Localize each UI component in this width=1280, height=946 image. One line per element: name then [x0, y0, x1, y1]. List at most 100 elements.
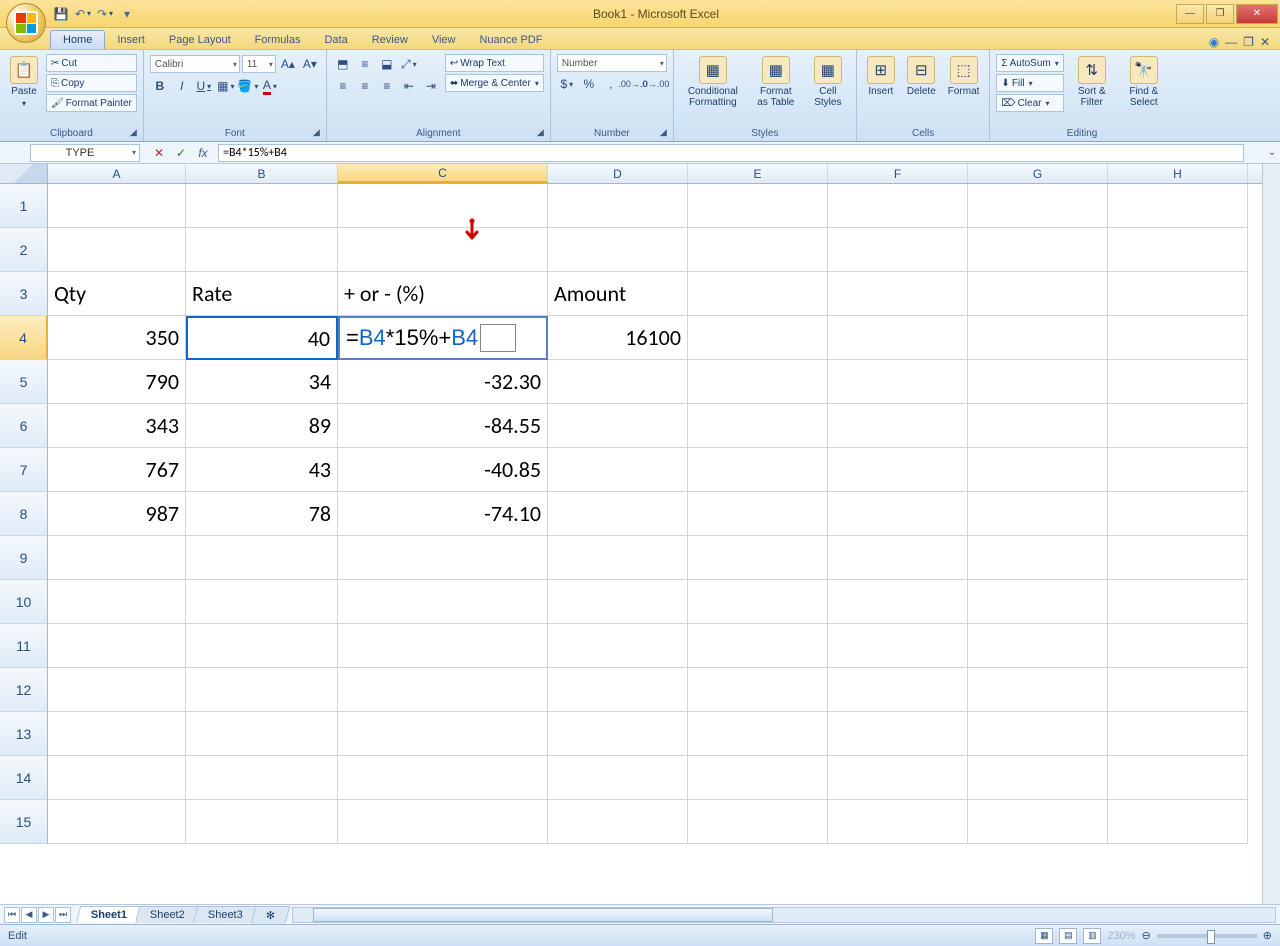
- sheet-tab[interactable]: Sheet1: [76, 906, 143, 923]
- cell[interactable]: [48, 800, 186, 844]
- cell[interactable]: 78: [186, 492, 338, 536]
- minimize-button[interactable]: —: [1176, 4, 1204, 24]
- tab-view[interactable]: View: [420, 31, 468, 49]
- tab-insert[interactable]: Insert: [105, 31, 157, 49]
- cell[interactable]: [548, 580, 688, 624]
- cell[interactable]: [968, 624, 1108, 668]
- cell[interactable]: [688, 800, 828, 844]
- cell[interactable]: [968, 404, 1108, 448]
- cell[interactable]: [968, 800, 1108, 844]
- cell[interactable]: [548, 668, 688, 712]
- cell[interactable]: [1108, 712, 1248, 756]
- cancel-formula-icon[interactable]: ✕: [148, 144, 170, 162]
- insert-function-icon[interactable]: fx: [192, 144, 214, 162]
- cell[interactable]: Rate: [186, 272, 338, 316]
- cell[interactable]: [338, 184, 548, 228]
- cell[interactable]: [688, 536, 828, 580]
- sheet-nav-last-icon[interactable]: ⏭: [55, 907, 71, 923]
- cell[interactable]: [186, 756, 338, 800]
- row-header[interactable]: 2: [0, 228, 48, 272]
- cell[interactable]: [186, 712, 338, 756]
- row-header[interactable]: 14: [0, 756, 48, 800]
- office-button[interactable]: [6, 3, 46, 43]
- sort-filter-button[interactable]: ⇅Sort & Filter: [1068, 54, 1116, 110]
- cell[interactable]: [186, 668, 338, 712]
- cell[interactable]: 16100: [548, 316, 688, 360]
- expand-formula-bar-icon[interactable]: ⌄: [1264, 147, 1280, 158]
- font-size-select[interactable]: 11: [242, 55, 276, 73]
- cell[interactable]: [1108, 404, 1248, 448]
- row-header[interactable]: 10: [0, 580, 48, 624]
- tab-page-layout[interactable]: Page Layout: [157, 31, 243, 49]
- row-header[interactable]: 12: [0, 668, 48, 712]
- row-header[interactable]: 8: [0, 492, 48, 536]
- cell[interactable]: [1108, 228, 1248, 272]
- conditional-formatting-button[interactable]: ▦Conditional Formatting: [680, 54, 746, 110]
- tab-formulas[interactable]: Formulas: [243, 31, 313, 49]
- sheet-tab[interactable]: Sheet2: [135, 906, 200, 923]
- redo-icon[interactable]: ↷: [96, 5, 114, 23]
- cell[interactable]: [828, 448, 968, 492]
- cell[interactable]: [1108, 272, 1248, 316]
- cell[interactable]: Amount: [548, 272, 688, 316]
- cell[interactable]: [186, 624, 338, 668]
- cell[interactable]: [48, 624, 186, 668]
- cell[interactable]: [548, 228, 688, 272]
- cell[interactable]: [186, 228, 338, 272]
- cell[interactable]: [1108, 668, 1248, 712]
- column-header[interactable]: A: [48, 164, 186, 183]
- maximize-button[interactable]: ❐: [1206, 4, 1234, 24]
- row-header[interactable]: 15: [0, 800, 48, 844]
- zoom-level[interactable]: 230%: [1107, 930, 1135, 942]
- cell[interactable]: [688, 184, 828, 228]
- view-page-layout-button[interactable]: ▤: [1059, 928, 1077, 944]
- decrease-decimal-button[interactable]: .0→.00: [645, 74, 665, 94]
- cell[interactable]: [548, 448, 688, 492]
- cell[interactable]: [968, 536, 1108, 580]
- cell[interactable]: [338, 580, 548, 624]
- cell[interactable]: [688, 668, 828, 712]
- cell[interactable]: [968, 756, 1108, 800]
- tab-data[interactable]: Data: [312, 31, 359, 49]
- row-header[interactable]: 5: [0, 360, 48, 404]
- row-header[interactable]: 9: [0, 536, 48, 580]
- cell[interactable]: =B4*15%+B4: [338, 316, 548, 360]
- align-top-button[interactable]: ⬒: [333, 54, 353, 74]
- cell[interactable]: [338, 536, 548, 580]
- cell[interactable]: [548, 624, 688, 668]
- cell[interactable]: [828, 668, 968, 712]
- cell[interactable]: [688, 228, 828, 272]
- fill-button[interactable]: ⬇Fill: [996, 74, 1063, 92]
- cell[interactable]: [338, 228, 548, 272]
- row-header[interactable]: 7: [0, 448, 48, 492]
- cell[interactable]: [186, 800, 338, 844]
- save-icon[interactable]: 💾: [52, 5, 70, 23]
- cell[interactable]: [828, 184, 968, 228]
- accounting-format-button[interactable]: $: [557, 74, 577, 94]
- paste-button[interactable]: 📋Paste▾: [6, 54, 42, 110]
- cell[interactable]: [688, 712, 828, 756]
- cell[interactable]: -74.10: [338, 492, 548, 536]
- font-name-select[interactable]: Calibri: [150, 55, 240, 73]
- row-header[interactable]: 13: [0, 712, 48, 756]
- cell[interactable]: [338, 668, 548, 712]
- cell[interactable]: 34: [186, 360, 338, 404]
- cell[interactable]: [1108, 360, 1248, 404]
- clear-button[interactable]: ⌦Clear: [996, 94, 1063, 112]
- cell[interactable]: [548, 184, 688, 228]
- merge-center-button[interactable]: ⬌Merge & Center: [445, 74, 544, 92]
- cell[interactable]: [828, 228, 968, 272]
- cell[interactable]: [186, 184, 338, 228]
- cell[interactable]: [338, 712, 548, 756]
- vertical-scrollbar[interactable]: [1262, 164, 1280, 904]
- cell[interactable]: [828, 712, 968, 756]
- cell[interactable]: 43: [186, 448, 338, 492]
- cell[interactable]: [48, 756, 186, 800]
- autosum-button[interactable]: ΣAutoSum: [996, 54, 1063, 72]
- zoom-out-button[interactable]: ⊖: [1142, 929, 1151, 942]
- font-color-button[interactable]: A: [260, 76, 280, 96]
- view-normal-button[interactable]: ▦: [1035, 928, 1053, 944]
- cell[interactable]: [186, 536, 338, 580]
- cell[interactable]: [688, 580, 828, 624]
- column-header[interactable]: E: [688, 164, 828, 183]
